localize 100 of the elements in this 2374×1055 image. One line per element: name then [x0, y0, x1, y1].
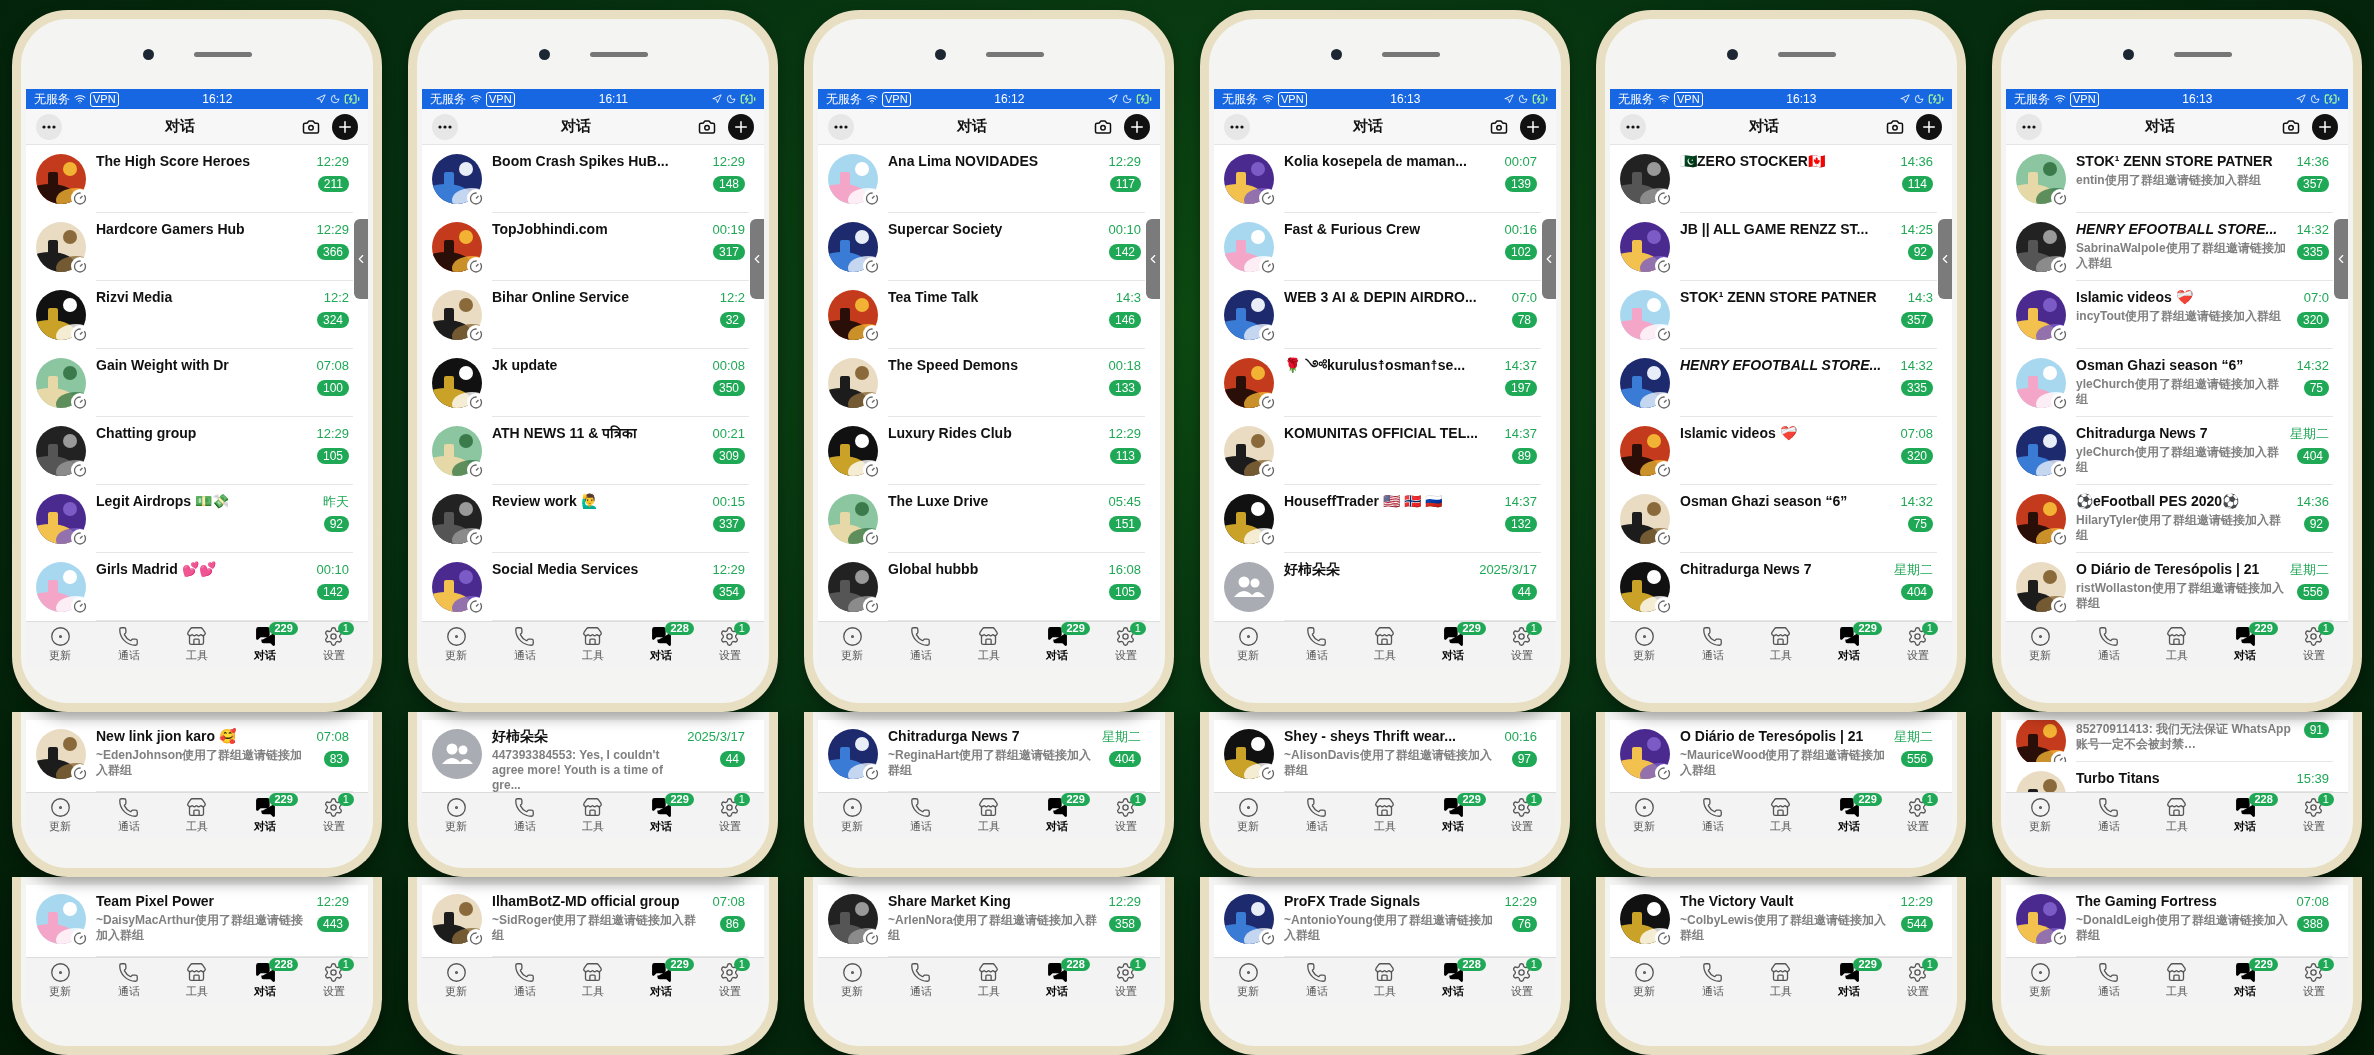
- chat-row[interactable]: ⚽eFootball PES 2020⚽ HilaryTyler使用了群组邀请链接加入群组 14:36 92: [2006, 485, 2333, 553]
- tab[interactable]: 工具: [1350, 622, 1420, 667]
- tab[interactable]: 设置 1: [1883, 958, 1952, 1003]
- tab[interactable]: 设置 1: [299, 793, 368, 838]
- chat-row[interactable]: Tea Time Talk 14:3 146: [818, 281, 1145, 349]
- tab[interactable]: 对话 229: [1419, 793, 1488, 838]
- tab[interactable]: 更新: [422, 793, 491, 838]
- tab[interactable]: 设置 1: [2279, 958, 2348, 1003]
- tab[interactable]: 更新: [26, 958, 95, 1003]
- tab[interactable]: 工具: [1746, 958, 1816, 1003]
- tab[interactable]: 更新: [2006, 958, 2075, 1003]
- tab[interactable]: 对话 229: [1815, 958, 1884, 1003]
- tab[interactable]: 设置 1: [1487, 958, 1556, 1003]
- more-button[interactable]: [828, 113, 854, 140]
- tab[interactable]: 工具: [2142, 622, 2212, 667]
- new-chat-button[interactable]: [1520, 113, 1546, 140]
- tab[interactable]: 设置 1: [695, 622, 764, 667]
- more-button[interactable]: [432, 113, 458, 140]
- tab[interactable]: 工具: [1350, 793, 1420, 838]
- chat-row[interactable]: TopJobhindi.com 00:19 317: [422, 213, 749, 281]
- chat-row[interactable]: 85270911413: 我们无法保证 WhatsApp 账号一定不会被封禁… 91: [2006, 720, 2333, 762]
- collapse-handle[interactable]: [354, 219, 368, 299]
- chat-row[interactable]: HouseffTrader 🇺🇸 🇳🇴 🇷🇺 14:37 132: [1214, 485, 1541, 553]
- tab[interactable]: 对话 228: [1023, 958, 1092, 1003]
- chat-row[interactable]: Osman Ghazi season “6” yleChurch使用了群组邀请链接加入群组 14:32 75: [2006, 349, 2333, 417]
- tab[interactable]: 设置 1: [2279, 622, 2348, 667]
- tab[interactable]: 通话: [1282, 958, 1351, 1003]
- chat-row[interactable]: Kolia kosepela de maman... 00:07 139: [1214, 145, 1541, 213]
- tab[interactable]: 更新: [422, 958, 491, 1003]
- tab[interactable]: 设置 1: [695, 958, 764, 1003]
- collapse-handle[interactable]: [2334, 219, 2348, 299]
- tab[interactable]: 工具: [162, 958, 232, 1003]
- tab[interactable]: 对话 228: [1419, 958, 1488, 1003]
- collapse-handle[interactable]: [1542, 219, 1556, 299]
- chat-row[interactable]: STOK¹ ZENN STORE PATNER 14:3 357: [1610, 281, 1937, 349]
- tab[interactable]: 通话: [94, 958, 163, 1003]
- new-chat-button[interactable]: [1916, 113, 1942, 140]
- chat-row[interactable]: Gain Weight with Dr 07:08 100: [26, 349, 353, 417]
- tab[interactable]: 更新: [2006, 622, 2075, 667]
- new-chat-button[interactable]: [728, 113, 754, 140]
- tab[interactable]: 通话: [886, 622, 955, 667]
- tab[interactable]: 对话 229: [1419, 622, 1488, 667]
- chat-row[interactable]: Jk update 00:08 350: [422, 349, 749, 417]
- tab[interactable]: 工具: [162, 622, 232, 667]
- tab[interactable]: 设置 1: [1487, 793, 1556, 838]
- tab[interactable]: 通话: [2074, 622, 2143, 667]
- collapse-handle[interactable]: [1146, 219, 1160, 299]
- tab[interactable]: 对话 228: [627, 622, 696, 667]
- more-button[interactable]: [36, 113, 62, 140]
- collapse-handle[interactable]: [1938, 219, 1952, 299]
- tab[interactable]: 更新: [2006, 793, 2075, 838]
- tab[interactable]: 更新: [1610, 622, 1679, 667]
- chat-row[interactable]: Chatting group 12:29 105: [26, 417, 353, 485]
- tab[interactable]: 通话: [1678, 622, 1747, 667]
- tab[interactable]: 更新: [1610, 958, 1679, 1003]
- chat-row[interactable]: Rizvi Media 12:2 324: [26, 281, 353, 349]
- chat-row[interactable]: Legit Airdrops 💵💸 昨天 92: [26, 485, 353, 553]
- chat-row[interactable]: Fast & Furious Crew 00:16 102: [1214, 213, 1541, 281]
- tab[interactable]: 工具: [954, 622, 1024, 667]
- chat-row[interactable]: JB || ALL GAME RENZZ ST... 14:25 92: [1610, 213, 1937, 281]
- tab[interactable]: 工具: [1746, 622, 1816, 667]
- new-chat-button[interactable]: [1124, 113, 1150, 140]
- tab[interactable]: 对话 229: [627, 793, 696, 838]
- tab[interactable]: 通话: [1282, 793, 1351, 838]
- tab[interactable]: 工具: [2142, 958, 2212, 1003]
- tab[interactable]: 通话: [1678, 958, 1747, 1003]
- tab[interactable]: 更新: [26, 622, 95, 667]
- tab[interactable]: 更新: [1610, 793, 1679, 838]
- chat-row[interactable]: KOMUNITAS OFFICIAL TEL... 14:37 89: [1214, 417, 1541, 485]
- tab[interactable]: 更新: [1214, 793, 1283, 838]
- new-chat-button[interactable]: [2312, 113, 2338, 140]
- chat-row[interactable]: Bihar Online Service 12:2 32: [422, 281, 749, 349]
- tab[interactable]: 更新: [1214, 958, 1283, 1003]
- tab[interactable]: 通话: [94, 622, 163, 667]
- tab[interactable]: 通话: [886, 793, 955, 838]
- chat-row[interactable]: HENRY EFOOTBALL STORE... 14:32 335: [1610, 349, 1937, 417]
- tab[interactable]: 更新: [818, 793, 887, 838]
- chat-row[interactable]: The Luxe Drive 05:45 151: [818, 485, 1145, 553]
- tab[interactable]: 通话: [1282, 622, 1351, 667]
- chat-row[interactable]: 🇵🇰ZERO STOCKER🇨🇦 14:36 114: [1610, 145, 1937, 213]
- chat-row[interactable]: HENRY EFOOTBALL STORE... SabrinaWalpole使用了群组邀请链接加入群组 14:32 335: [2006, 213, 2333, 281]
- tab[interactable]: 通话: [94, 793, 163, 838]
- chat-row[interactable]: Osman Ghazi season “6” 14:32 75: [1610, 485, 1937, 553]
- tab[interactable]: 更新: [1214, 622, 1283, 667]
- tab[interactable]: 对话 229: [1023, 622, 1092, 667]
- chat-row[interactable]: 🌹 ༺kurulus☨osman☨se... 14:37 197: [1214, 349, 1541, 417]
- more-button[interactable]: [1224, 113, 1250, 140]
- chat-row[interactable]: Chitradurga News 7 yleChurch使用了群组邀请链接加入群组 星期二 404: [2006, 417, 2333, 485]
- chat-row[interactable]: WEB 3 AI & DEPIN AIRDRO... 07:0 78: [1214, 281, 1541, 349]
- collapse-handle[interactable]: [750, 219, 764, 299]
- tab[interactable]: 设置 1: [1091, 622, 1160, 667]
- tab[interactable]: 对话 229: [2211, 622, 2280, 667]
- tab[interactable]: 通话: [490, 622, 559, 667]
- tab[interactable]: 设置 1: [299, 622, 368, 667]
- tab[interactable]: 通话: [2074, 793, 2143, 838]
- tab[interactable]: 对话 229: [1023, 793, 1092, 838]
- chat-row[interactable]: Islamic videos ❤‍🩹 07:08 320: [1610, 417, 1937, 485]
- tab[interactable]: 对话 229: [627, 958, 696, 1003]
- more-button[interactable]: [2016, 113, 2042, 140]
- chat-row[interactable]: Luxury Rides Club 12:29 113: [818, 417, 1145, 485]
